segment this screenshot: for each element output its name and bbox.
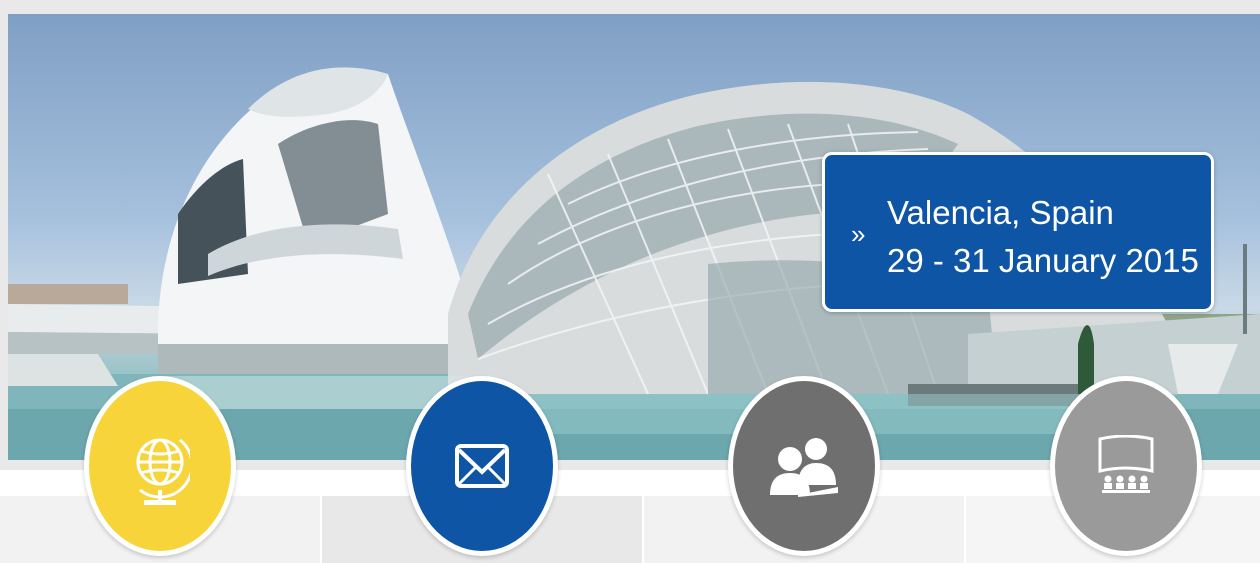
globe-button[interactable] [84,376,236,556]
people-icon [770,438,838,497]
participants-button[interactable] [728,376,880,556]
presentation-screen-icon [1098,435,1154,493]
page: » Valencia, Spain 29 - 31 January 2015 [0,0,1260,563]
chevron-right-icon: » [851,219,866,249]
contact-mail-button[interactable] [406,376,558,556]
presentation-button[interactable] [1050,376,1202,556]
envelope-icon [455,444,509,488]
globe-icon [136,438,190,505]
event-dates: 29 - 31 January 2015 [887,242,1199,279]
event-location-card: » Valencia, Spain 29 - 31 January 2015 [822,152,1214,312]
event-city: Valencia, Spain [887,194,1114,231]
